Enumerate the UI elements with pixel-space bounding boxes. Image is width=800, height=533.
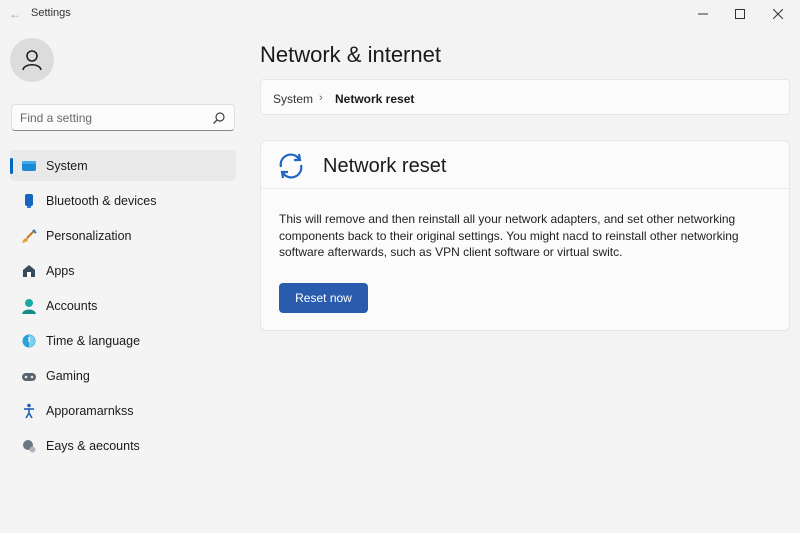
bluetooth-icon <box>21 193 37 209</box>
search-icon[interactable] <box>212 111 226 125</box>
privacy-icon <box>21 438 37 454</box>
main-content: Network & internet System › Network rese… <box>244 28 800 533</box>
back-arrow-icon[interactable]: ← <box>6 6 24 22</box>
globe-icon <box>21 333 37 349</box>
minimize-icon <box>698 13 708 15</box>
sidebar-item-bluetooth[interactable]: Bluetooth & devices <box>10 185 236 216</box>
user-icon <box>22 50 42 71</box>
card-header: Network reset <box>261 141 789 189</box>
card-title: Network reset <box>323 155 447 177</box>
sidebar-nav: System Bluetooth & devices Personalizati… <box>10 150 236 465</box>
system-icon <box>21 158 37 174</box>
sidebar-item-label: Accounts <box>46 299 98 313</box>
search-box[interactable] <box>11 104 235 131</box>
apps-icon <box>21 263 37 279</box>
gamepad-icon <box>21 368 37 384</box>
window-title: Settings <box>31 7 71 19</box>
close-button[interactable] <box>759 0 797 28</box>
sidebar-item-label: Gaming <box>46 369 90 383</box>
card-description: This will remove and then reinstall all … <box>279 212 739 259</box>
brush-icon <box>21 228 37 244</box>
sidebar-item-accounts[interactable]: Accounts <box>10 290 236 321</box>
network-reset-icon <box>279 153 303 179</box>
sidebar-item-label: Apporamarnkss <box>46 404 134 418</box>
chevron-right-icon: › <box>319 92 323 104</box>
sidebar-item-system[interactable]: System <box>10 150 236 181</box>
sidebar-item-privacy[interactable]: Eays & aecounts <box>10 430 236 461</box>
search-input[interactable] <box>20 109 210 127</box>
title-bar: ← Settings <box>0 0 800 28</box>
sidebar-item-label: Apps <box>46 264 75 278</box>
page-title: Network & internet <box>260 42 441 67</box>
breadcrumb: System › Network reset <box>260 79 790 115</box>
sidebar-item-time-language[interactable]: Time & language <box>10 325 236 356</box>
minimize-button[interactable] <box>684 0 722 28</box>
sidebar-item-apps[interactable]: Apps <box>10 255 236 286</box>
breadcrumb-current: Network reset <box>335 92 415 106</box>
close-icon <box>773 9 783 19</box>
sidebar-item-label: Time & language <box>46 334 141 348</box>
sidebar-item-label: System <box>46 159 88 173</box>
sidebar-item-label: Personalization <box>46 229 132 243</box>
maximize-button[interactable] <box>721 0 759 28</box>
breadcrumb-system-link[interactable]: System <box>273 92 313 106</box>
sidebar: System Bluetooth & devices Personalizati… <box>0 28 244 533</box>
accessibility-icon <box>21 403 37 419</box>
maximize-icon <box>735 9 745 19</box>
avatar[interactable] <box>10 38 54 82</box>
account-icon <box>21 298 37 314</box>
reset-now-button[interactable]: Reset now <box>279 283 368 313</box>
sidebar-item-gaming[interactable]: Gaming <box>10 360 236 391</box>
network-reset-card: Network reset This will remove and then … <box>260 140 790 331</box>
sidebar-item-personalization[interactable]: Personalization <box>10 220 236 251</box>
sidebar-item-accessibility[interactable]: Apporamarnkss <box>10 395 236 426</box>
sidebar-item-label: Bluetooth & devices <box>46 194 157 208</box>
sidebar-item-label: Eays & aecounts <box>46 439 140 453</box>
